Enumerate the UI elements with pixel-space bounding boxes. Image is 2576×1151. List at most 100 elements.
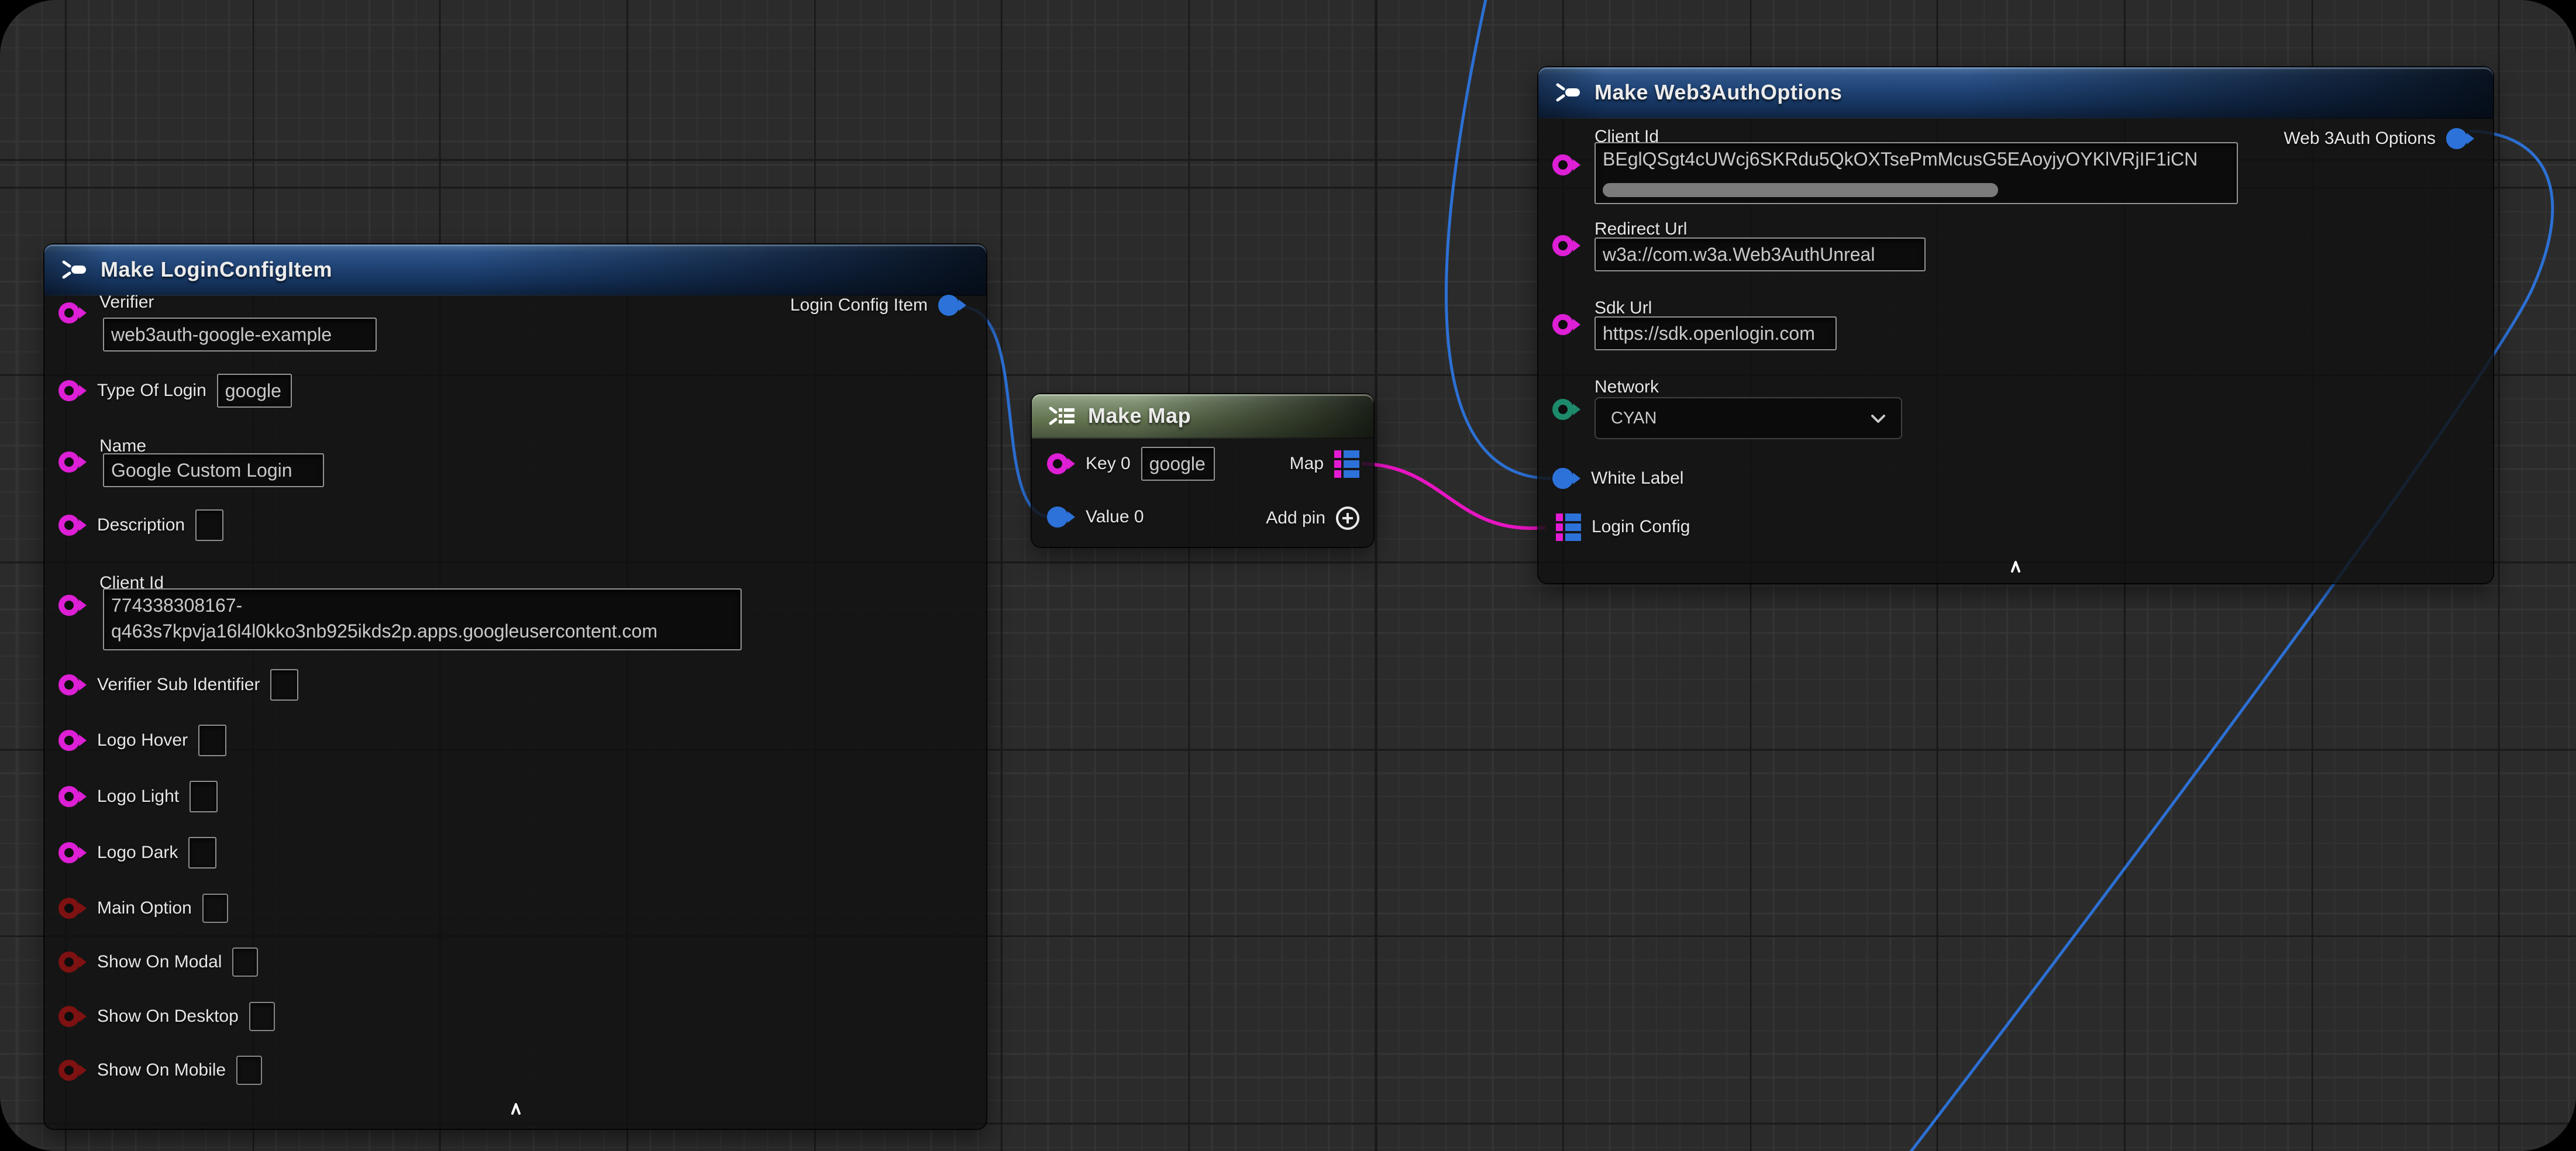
pin-redirect-url[interactable] xyxy=(1552,235,1580,256)
network-dropdown[interactable]: CYAN xyxy=(1594,397,1902,439)
type-of-login-input[interactable]: google xyxy=(217,374,292,408)
add-pin-row: Add pin xyxy=(1266,501,1359,536)
make-struct-icon xyxy=(60,257,88,282)
show-on-modal-checkbox[interactable] xyxy=(232,947,258,977)
pin-show-on-desktop[interactable] xyxy=(58,1006,87,1027)
name-input[interactable]: Google Custom Login xyxy=(103,453,324,487)
pin-network[interactable] xyxy=(1552,399,1580,420)
verifier-sub-identifier-input[interactable] xyxy=(270,669,298,701)
pin-label: Key 0 xyxy=(1086,454,1131,474)
blueprint-graph: Make LoginConfigItem Login Config Item V… xyxy=(0,0,2576,1151)
node-make-map[interactable]: Make Map Key 0 google Map Value 0 Add pi… xyxy=(1032,394,1373,547)
logo-hover-input[interactable] xyxy=(198,725,226,756)
chevron-down-icon xyxy=(1871,409,1886,428)
show-on-desktop-checkbox[interactable] xyxy=(249,1002,275,1031)
wire-top-to-whitelabel[interactable] xyxy=(1446,0,1551,478)
node-title: Make Map xyxy=(1088,404,1191,428)
chevron-up-icon[interactable] xyxy=(2006,560,2025,577)
pin-row: Show On Mobile xyxy=(58,1053,262,1088)
pin-show-on-mobile[interactable] xyxy=(58,1060,87,1081)
pin-show-on-modal[interactable] xyxy=(58,952,87,973)
map-pin-icon[interactable] xyxy=(1334,450,1359,478)
pin-row: Logo Hover xyxy=(58,723,226,758)
show-on-mobile-checkbox[interactable] xyxy=(236,1056,262,1085)
output-row: Map xyxy=(1290,446,1359,481)
pin-client-id[interactable] xyxy=(1552,154,1580,175)
node-make-loginconfigitem[interactable]: Make LoginConfigItem Login Config Item V… xyxy=(44,244,986,1129)
pin-web3auth-options[interactable] xyxy=(2446,128,2474,149)
pin-label: Value 0 xyxy=(1086,507,1144,527)
pin-white-label[interactable] xyxy=(1552,468,1580,489)
pin-logo-hover[interactable] xyxy=(58,730,87,751)
verifier-input[interactable]: web3auth-google-example xyxy=(103,318,377,351)
pin-logo-light[interactable] xyxy=(58,786,87,807)
pin-label: Login Config xyxy=(1592,517,1690,537)
pin-row: White Label xyxy=(1552,461,1683,496)
pin-verifier-sub-identifier[interactable] xyxy=(58,674,87,695)
pin-label: Logo Light xyxy=(97,787,179,807)
pin-login-config-item[interactable] xyxy=(938,295,966,316)
client-id-scrollbar[interactable] xyxy=(1603,183,1998,197)
pin-value-0[interactable] xyxy=(1047,506,1075,528)
client-id-value: BEglQSgt4cUWcj6SKRdu5QkOXTsePmMcusG5EAoy… xyxy=(1603,146,2230,172)
node-header[interactable]: Make Web3AuthOptions xyxy=(1538,67,2493,119)
map-pin-icon[interactable] xyxy=(1556,514,1581,541)
pin-verifier[interactable] xyxy=(58,302,87,323)
pin-sdk-url[interactable] xyxy=(1552,314,1580,335)
pin-client-id[interactable] xyxy=(58,595,87,616)
network-value: CYAN xyxy=(1611,409,1657,428)
pin-description[interactable] xyxy=(58,515,87,536)
output-pin-label: Web 3Auth Options xyxy=(2284,129,2436,149)
make-map-icon xyxy=(1047,404,1077,428)
output-pin-label: Map xyxy=(1290,454,1324,474)
pin-row: Login Config xyxy=(1556,509,1690,545)
pin-label: Sdk Url xyxy=(1594,298,1652,318)
pin-main-option[interactable] xyxy=(58,898,87,919)
output-row: Web 3Auth Options xyxy=(2284,121,2474,156)
pin-name[interactable] xyxy=(58,452,87,473)
key-0-input[interactable]: google xyxy=(1141,447,1215,481)
pin-row: Key 0 google xyxy=(1047,446,1215,481)
node-title: Make Web3AuthOptions xyxy=(1594,80,1842,105)
pin-label: Type Of Login xyxy=(97,381,206,401)
pin-label: Redirect Url xyxy=(1594,219,1687,239)
plus-circle-icon[interactable] xyxy=(1336,506,1359,530)
client-id-input[interactable]: BEglQSgt4cUWcj6SKRdu5QkOXTsePmMcusG5EAoy… xyxy=(1594,142,2238,204)
pin-row: Value 0 xyxy=(1047,499,1144,535)
pin-label: Main Option xyxy=(97,898,192,918)
pin-label: Verifier xyxy=(99,292,154,312)
pin-row: Logo Light xyxy=(58,779,218,814)
pin-row: Type Of Login google xyxy=(58,373,292,408)
pin-label: Description xyxy=(97,515,185,535)
pin-label: Verifier Sub Identifier xyxy=(97,675,260,695)
logo-dark-input[interactable] xyxy=(188,837,216,869)
node-title: Make LoginConfigItem xyxy=(101,257,332,282)
logo-light-input[interactable] xyxy=(190,781,218,812)
output-row: Login Config Item xyxy=(790,288,966,323)
pin-label: Network xyxy=(1594,377,1659,397)
description-input[interactable] xyxy=(195,509,223,541)
chevron-up-icon[interactable] xyxy=(507,1102,525,1119)
output-pin-label: Login Config Item xyxy=(790,295,928,315)
pin-key-0[interactable] xyxy=(1047,453,1075,474)
sdk-url-input[interactable]: https://sdk.openlogin.com xyxy=(1594,316,1837,350)
pin-type-of-login[interactable] xyxy=(58,380,87,401)
pin-label: Show On Desktop xyxy=(97,1007,239,1026)
pin-label: Show On Mobile xyxy=(97,1060,226,1080)
main-option-checkbox[interactable] xyxy=(202,894,228,923)
client-id-input[interactable]: 774338308167- q463s7kpvja16l4l0kko3nb925… xyxy=(103,588,742,650)
pin-label: Logo Dark xyxy=(97,843,178,863)
node-make-web3authoptions[interactable]: Make Web3AuthOptions Web 3Auth Options C… xyxy=(1538,67,2493,583)
make-struct-icon xyxy=(1554,80,1582,105)
pin-row: Show On Modal xyxy=(58,945,258,980)
redirect-url-input[interactable]: w3a://com.w3a.Web3AuthUnreal xyxy=(1594,237,1926,271)
pin-label: Logo Hover xyxy=(97,730,188,750)
add-pin-label: Add pin xyxy=(1266,508,1325,528)
node-header[interactable]: Make Map xyxy=(1032,394,1373,439)
pin-label: Show On Modal xyxy=(97,952,222,972)
pin-logo-dark[interactable] xyxy=(58,842,87,863)
pin-row: Show On Desktop xyxy=(58,999,275,1034)
pin-row: Logo Dark xyxy=(58,835,216,870)
pin-row: Main Option xyxy=(58,891,228,926)
pin-row: Verifier Sub Identifier xyxy=(58,667,298,702)
